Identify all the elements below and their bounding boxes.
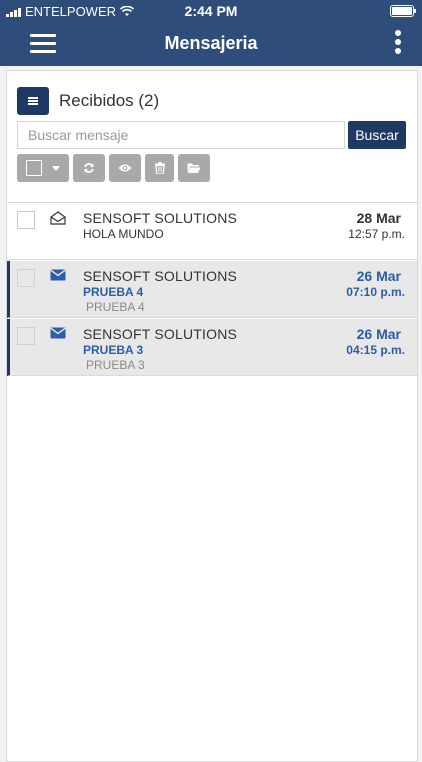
more-options-icon[interactable] [394,30,402,56]
mark-read-button[interactable] [109,154,141,182]
message-date: 26 Mar [356,326,401,342]
message-sender: SENSOFT SOLUTIONS [83,268,238,284]
message-subject: PRUEBA 3 [83,343,144,357]
message-sender: SENSOFT SOLUTIONS [83,326,238,342]
message-sender: SENSOFT SOLUTIONS [83,210,238,226]
message-checkbox[interactable] [17,269,35,287]
message-preview: PRUEBA 3 [86,358,145,372]
message-subject: HOLA MUNDO [83,227,164,241]
message-checkbox[interactable] [17,211,35,229]
trash-icon [154,162,165,174]
envelope-open-icon [50,211,66,225]
message-preview: PRUEBA 4 [86,300,145,314]
messages-panel: Recibidos (2) Buscar mensaje Buscar SENS… [6,70,418,762]
message-date: 28 Mar [356,210,401,226]
app-header: Mensajeria [0,22,422,66]
checkbox-icon [26,160,42,176]
caret-down-icon [52,166,60,171]
envelope-closed-icon [50,327,66,339]
refresh-icon [84,163,94,173]
inbox-title: Recibidos (2) [59,91,160,110]
message-time: 04:15 p.m. [346,343,405,357]
page-title: Mensajeria [164,33,258,53]
eye-icon [118,164,132,172]
message-date: 26 Mar [356,268,401,284]
folders-menu-button[interactable] [17,87,49,115]
refresh-button[interactable] [73,154,105,182]
move-to-folder-button[interactable] [178,154,210,182]
message-row[interactable]: SENSOFT SOLUTIONS HOLA MUNDO 28 Mar 12:5… [7,203,417,260]
folder-open-icon [187,163,201,173]
delete-button[interactable] [145,154,174,182]
select-all-dropdown[interactable] [17,154,69,182]
message-row[interactable]: SENSOFT SOLUTIONS PRUEBA 3 PRUEBA 3 26 M… [7,319,417,376]
envelope-closed-icon [50,269,66,281]
search-input[interactable] [17,121,345,149]
status-time: 2:44 PM [184,3,238,19]
message-time: 12:57 p.m. [348,227,405,241]
message-checkbox[interactable] [17,327,35,345]
message-time: 07:10 p.m. [346,285,405,299]
search-button[interactable]: Buscar [348,121,406,149]
message-row[interactable]: SENSOFT SOLUTIONS PRUEBA 4 PRUEBA 4 26 M… [7,261,417,318]
battery-icon [390,5,416,17]
message-subject: PRUEBA 4 [83,285,144,299]
status-bar: ENTELPOWER 2:44 PM [0,0,422,22]
